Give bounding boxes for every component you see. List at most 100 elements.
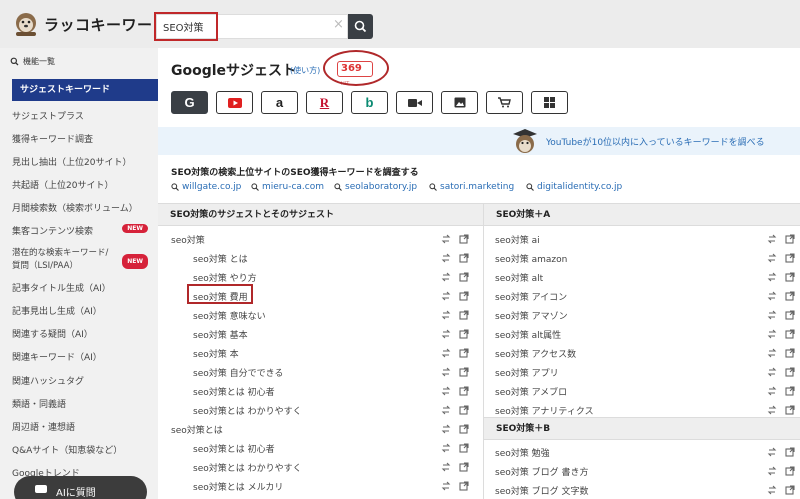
keyword-item[interactable]: seo対策 勉強	[495, 446, 550, 459]
external-link-icon[interactable]	[459, 234, 469, 244]
sidebar-item-acquired-keywords[interactable]: 獲得キーワード調査	[0, 132, 158, 145]
external-link-icon[interactable]	[459, 405, 469, 415]
external-link-icon[interactable]	[459, 481, 469, 491]
suggest-again-icon[interactable]	[767, 348, 777, 358]
keyword-item[interactable]: seo対策 alt	[495, 271, 543, 284]
keyword-item[interactable]: seo対策	[171, 233, 205, 246]
usage-link[interactable]: (使い方)	[290, 65, 320, 76]
suggest-again-icon[interactable]	[441, 367, 451, 377]
suggest-again-icon[interactable]	[767, 367, 777, 377]
sidebar-item-ai-title[interactable]: 記事タイトル生成（AI）	[0, 281, 158, 294]
keyword-item[interactable]: seo対策 ブログ 書き方	[495, 465, 588, 478]
sidebar-item-suggest[interactable]: サジェストキーワード	[12, 79, 158, 101]
engine-rakuten-button[interactable]: R	[306, 91, 343, 114]
suggest-again-icon[interactable]	[441, 253, 451, 263]
suggest-again-icon[interactable]	[767, 405, 777, 415]
engine-apps-button[interactable]	[531, 91, 568, 114]
keyword-item[interactable]: seo対策 アプリ	[495, 366, 559, 379]
sidebar-item-lsi-paa[interactable]: 潜在的な検索キーワード/ 質問（LSI/PAA） NEW	[0, 247, 158, 273]
site-link[interactable]: willgate.co.jp	[171, 182, 241, 192]
external-link-icon[interactable]	[785, 253, 795, 263]
suggest-again-icon[interactable]	[767, 329, 777, 339]
engine-shopping-button[interactable]	[486, 91, 523, 114]
keyword-item[interactable]: seo対策 アイコン	[495, 290, 567, 303]
suggest-again-icon[interactable]	[441, 462, 451, 472]
ai-question-button[interactable]: AIに質問	[14, 476, 147, 499]
suggest-again-icon[interactable]	[441, 291, 451, 301]
suggest-again-icon[interactable]	[441, 386, 451, 396]
youtube-top10-link[interactable]: YouTubeが10位以内に入っているキーワードを調べる	[546, 135, 765, 148]
site-link[interactable]: digitalidentity.co.jp	[526, 182, 622, 192]
keyword-item[interactable]: seo対策とは わかりやすく	[193, 461, 302, 474]
sidebar-item-ai-related[interactable]: 関連キーワード（AI）	[0, 350, 158, 363]
engine-video-button[interactable]	[396, 91, 433, 114]
external-link-icon[interactable]	[785, 310, 795, 320]
suggest-again-icon[interactable]	[441, 234, 451, 244]
external-link-icon[interactable]	[785, 329, 795, 339]
keyword-item[interactable]: seo対策とは 初心者	[193, 442, 275, 455]
keyword-item[interactable]: seo対策 とは	[193, 252, 248, 265]
engine-google-button[interactable]: G	[171, 91, 208, 114]
external-link-icon[interactable]	[785, 272, 795, 282]
suggest-again-icon[interactable]	[767, 291, 777, 301]
external-link-icon[interactable]	[459, 367, 469, 377]
site-link[interactable]: seolaboratory.jp	[334, 182, 417, 192]
suggest-again-icon[interactable]	[441, 310, 451, 320]
keyword-item[interactable]: seo対策 意味ない	[193, 309, 266, 322]
keyword-item[interactable]: seo対策 本	[193, 347, 239, 360]
keyword-item[interactable]: seo対策とは メルカリ	[193, 480, 283, 493]
clear-icon[interactable]: ×	[333, 17, 344, 32]
suggest-again-icon[interactable]	[767, 310, 777, 320]
external-link-icon[interactable]	[785, 291, 795, 301]
sidebar-item-headings[interactable]: 見出し抽出（上位20サイト）	[0, 155, 158, 168]
keyword-item[interactable]: seo対策 ブログ 文字数	[495, 484, 588, 497]
external-link-icon[interactable]	[785, 485, 795, 495]
search-button[interactable]	[348, 14, 373, 39]
keyword-item[interactable]: seo対策 alt属性	[495, 328, 561, 341]
external-link-icon[interactable]	[459, 462, 469, 472]
sidebar-item-hashtags[interactable]: 関連ハッシュタグ	[0, 374, 158, 387]
suggest-again-icon[interactable]	[767, 386, 777, 396]
external-link-icon[interactable]	[785, 447, 795, 457]
external-link-icon[interactable]	[459, 443, 469, 453]
suggest-again-icon[interactable]	[767, 234, 777, 244]
suggest-again-icon[interactable]	[441, 348, 451, 358]
suggest-again-icon[interactable]	[767, 253, 777, 263]
suggest-again-icon[interactable]	[767, 466, 777, 476]
keyword-item[interactable]: seo対策 ai	[495, 233, 540, 246]
external-link-icon[interactable]	[785, 405, 795, 415]
sidebar-item-ai-headings[interactable]: 記事見出し生成（AI）	[0, 304, 158, 317]
external-link-icon[interactable]	[459, 291, 469, 301]
external-link-icon[interactable]	[459, 424, 469, 434]
keyword-item[interactable]: seo対策とは わかりやすく	[193, 404, 302, 417]
suggest-again-icon[interactable]	[441, 481, 451, 491]
suggest-again-icon[interactable]	[767, 485, 777, 495]
engine-bing-button[interactable]: b	[351, 91, 388, 114]
sidebar-item-content-search[interactable]: 集客コンテンツ検索 NEW	[0, 224, 158, 237]
site-link[interactable]: satori.marketing	[429, 182, 514, 192]
suggest-again-icon[interactable]	[441, 329, 451, 339]
keyword-item[interactable]: seo対策とは	[171, 423, 223, 436]
sidebar-item-search-volume[interactable]: 月間検索数（検索ボリューム）	[0, 201, 158, 214]
engine-youtube-button[interactable]	[216, 91, 253, 114]
external-link-icon[interactable]	[459, 253, 469, 263]
external-link-icon[interactable]	[785, 234, 795, 244]
external-link-icon[interactable]	[785, 348, 795, 358]
keyword-item[interactable]: seo対策 基本	[193, 328, 248, 341]
sidebar-item-suggest-plus[interactable]: サジェストプラス	[0, 109, 158, 122]
external-link-icon[interactable]	[459, 386, 469, 396]
external-link-icon[interactable]	[459, 310, 469, 320]
keyword-item[interactable]: seo対策とは 初心者	[193, 385, 275, 398]
sidebar-item-cooccurrence[interactable]: 共起語（上位20サイト）	[0, 178, 158, 191]
engine-image-button[interactable]	[441, 91, 478, 114]
suggest-again-icon[interactable]	[767, 272, 777, 282]
keyword-item[interactable]: seo対策 自分でできる	[193, 366, 283, 379]
keyword-item[interactable]: seo対策 アメブロ	[495, 385, 567, 398]
suggest-again-icon[interactable]	[441, 405, 451, 415]
engine-amazon-button[interactable]: a	[261, 91, 298, 114]
external-link-icon[interactable]	[459, 272, 469, 282]
keyword-item[interactable]: seo対策 アクセス数	[495, 347, 576, 360]
sidebar-item-synonyms[interactable]: 類語・同義語	[0, 397, 158, 410]
keyword-item[interactable]: seo対策 やり方	[193, 271, 257, 284]
suggest-again-icon[interactable]	[767, 447, 777, 457]
